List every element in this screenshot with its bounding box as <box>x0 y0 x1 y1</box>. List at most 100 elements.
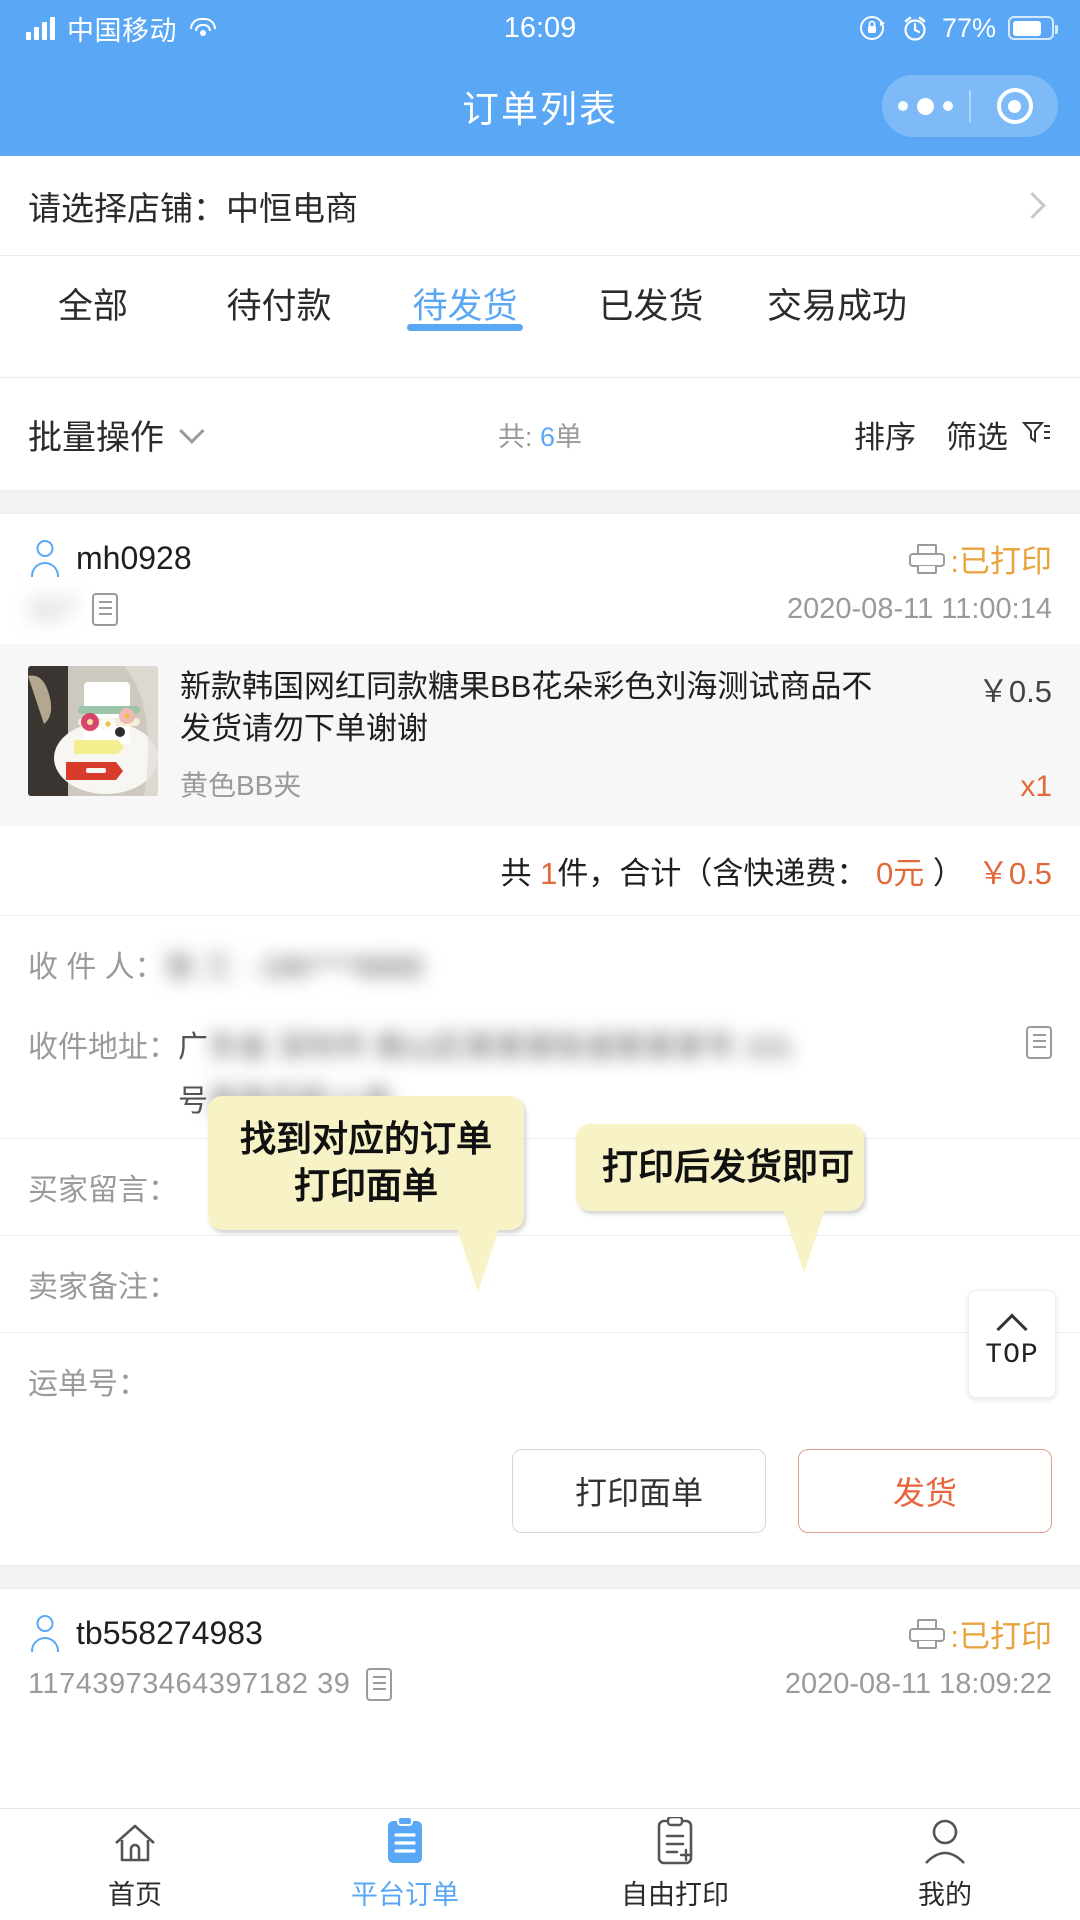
miniprogram-capsule[interactable] <box>882 75 1058 137</box>
nav-label: 我的 <box>918 1880 972 1910</box>
tab-awaiting-payment[interactable]: 待付款 <box>186 256 372 329</box>
recipient-label: 收 件 人： <box>28 951 165 985</box>
tab-awaiting-shipment[interactable]: 待发货 <box>372 256 558 329</box>
more-icon[interactable] <box>882 97 969 115</box>
annotation-line: 打印面单 <box>293 1164 438 1206</box>
tab-label: 待发货 <box>412 287 518 326</box>
print-status-label-2: :已打印 <box>950 1619 1052 1655</box>
scroll-to-top-button[interactable]: TOP <box>968 1290 1056 1398</box>
status-bar-right: 77% <box>858 13 1058 44</box>
tab-all[interactable]: 全部 <box>0 256 186 329</box>
filter-button[interactable]: 筛选 <box>946 412 1008 457</box>
nav-label: 自由打印 <box>621 1880 729 1910</box>
tab-label: 已发货 <box>598 287 704 326</box>
buyer-note-row: 买家留言： <box>0 1138 1080 1235</box>
nav-item-platform-orders[interactable]: 平台订单 <box>270 1809 540 1920</box>
page-title: 订单列表 <box>462 89 618 130</box>
copy-address-icon[interactable] <box>1026 1026 1052 1060</box>
batch-operation-label: 批量操作 <box>28 418 164 457</box>
copy-icon[interactable] <box>366 1668 393 1702</box>
order-actions: 打印面单 发货 <box>0 1429 1080 1566</box>
product-spec: 黄色BB夹 <box>180 770 302 802</box>
tab-shipped[interactable]: 已发货 <box>558 256 744 329</box>
person-icon <box>923 1817 967 1865</box>
printer-icon <box>909 1618 946 1649</box>
seller-note-row[interactable]: 卖家备注： <box>0 1235 1080 1332</box>
address-row: 收件地址： 广 东省 深圳市 南山区某某某街道某某某号 101 号 某某花园 A… <box>28 1004 1052 1138</box>
batch-operation-button[interactable]: 批量操作 <box>28 410 205 459</box>
app-screen: 中国移动 16:09 77% 订单列表 请选择店铺：中恒电商 全部 待付款 待发… <box>0 0 1080 1920</box>
tooltip-tail <box>782 1206 826 1273</box>
print-status-label: :已打印 <box>950 544 1052 579</box>
address-line2-prefix: 号 <box>178 1085 208 1119</box>
section-divider <box>0 490 1080 514</box>
rotation-lock-icon <box>859 16 885 40</box>
chevron-right-icon <box>1019 192 1046 219</box>
status-bar: 中国移动 16:09 77% <box>0 0 1080 56</box>
total-mid: 件，合计（含快递费： <box>557 856 868 892</box>
product-quantity: x1 <box>1020 770 1052 804</box>
address-label: 收件地址： <box>28 1031 178 1065</box>
order-card-2: tb558274983 :已打印 11743973464397182 39 20… <box>0 1589 1080 1720</box>
order-id-2: 11743973464397182 39 <box>28 1668 351 1701</box>
product-info: 新款韩国网红同款糖果BB花朵彩色刘海测试商品不发货请勿下单谢谢 黄色BB夹 <box>180 666 890 804</box>
count-suffix: 单 <box>555 421 583 452</box>
product-row[interactable]: 新款韩国网红同款糖果BB花朵彩色刘海测试商品不发货请勿下单谢谢 黄色BB夹 ￥0… <box>0 644 1080 827</box>
chevron-down-icon <box>179 418 205 444</box>
nav-label: 平台订单 <box>351 1880 459 1910</box>
buyer-name: mh0928 <box>76 540 192 576</box>
funnel-icon[interactable] <box>1022 420 1052 448</box>
total-amount: ￥0.5 <box>977 856 1052 892</box>
alarm-icon <box>904 16 926 41</box>
bottom-tab-bar[interactable]: 首页 平台订单 自由打印 我的 <box>0 1808 1080 1920</box>
product-thumbnail <box>28 666 158 796</box>
buyer-note-label: 买家留言： <box>28 1174 178 1208</box>
order-id-row-2: 11743973464397182 39 2020-08-11 18:09:22 <box>28 1656 1052 1719</box>
nav-item-home[interactable]: 首页 <box>0 1809 270 1920</box>
person-icon <box>28 1614 62 1653</box>
copy-icon[interactable] <box>91 593 118 626</box>
clipboard-icon <box>384 1817 426 1865</box>
tab-label: 全部 <box>57 287 128 326</box>
sort-button[interactable]: 排序 <box>854 412 916 457</box>
seller-note-label: 卖家备注： <box>28 1271 178 1305</box>
store-selector-row[interactable]: 请选择店铺：中恒电商 <box>0 156 1080 256</box>
nav-bar: 订单列表 <box>0 56 1080 156</box>
buyer-row: mh0928 :已打印 <box>28 536 1052 581</box>
order-id: 117 <box>28 593 76 625</box>
tab-label: 待付款 <box>226 287 332 326</box>
ship-button[interactable]: 发货 <box>798 1449 1052 1534</box>
print-waybill-button[interactable]: 打印面单 <box>512 1449 766 1534</box>
printer-icon <box>909 543 946 574</box>
tooltip-tail <box>456 1225 500 1292</box>
person-icon <box>28 539 62 578</box>
annotation-line: 找到对应的订单 <box>239 1118 492 1159</box>
count-prefix: 共: <box>497 421 540 452</box>
order-date: 2020-08-11 11:00:14 <box>787 593 1052 625</box>
buyer-name-2: tb558274983 <box>76 1615 263 1652</box>
order-card-2-header: tb558274983 :已打印 11743973464397182 39 20… <box>0 1589 1080 1719</box>
total-close: ） <box>932 856 964 892</box>
order-date-2: 2020-08-11 18:09:22 <box>784 1668 1052 1701</box>
tracking-number-label: 运单号： <box>28 1368 148 1402</box>
count-value: 6 <box>539 421 556 452</box>
order-card: mh0928 :已打印 117 2020-08-11 11:00:14 新款韩国… <box>0 514 1080 1566</box>
document-plus-icon <box>654 1817 696 1865</box>
order-status-tabs[interactable]: 全部 待付款 待发货 已发货 交易成功 <box>0 256 1080 378</box>
order-total-row: 共 1件，合计（含快递费： 0元 ） ￥0.5 <box>0 826 1080 916</box>
store-selector-label: 请选择店铺：中恒电商 <box>28 189 358 227</box>
filter-bar: 批量操作 共: 6单 排序 筛选 <box>0 378 1080 490</box>
annotation-tooltip-1: 找到对应的订单 打印面单 <box>208 1096 524 1292</box>
nav-item-mine[interactable]: 我的 <box>810 1809 1080 1920</box>
nav-label: 首页 <box>108 1880 162 1910</box>
target-icon[interactable] <box>971 88 1058 124</box>
product-price: ￥0.5 <box>977 674 1052 709</box>
print-status-2: :已打印 <box>909 1611 1052 1656</box>
product-price-qty: ￥0.5 x1 <box>912 666 1052 804</box>
nav-item-free-print[interactable]: 自由打印 <box>540 1809 810 1920</box>
order-id-row: 117 2020-08-11 11:00:14 <box>28 581 1052 644</box>
battery-icon <box>1008 16 1058 40</box>
tracking-number-row: 运单号： <box>0 1332 1080 1429</box>
order-count-label: 共: 6单 <box>498 415 582 454</box>
tab-completed[interactable]: 交易成功 <box>744 256 930 329</box>
